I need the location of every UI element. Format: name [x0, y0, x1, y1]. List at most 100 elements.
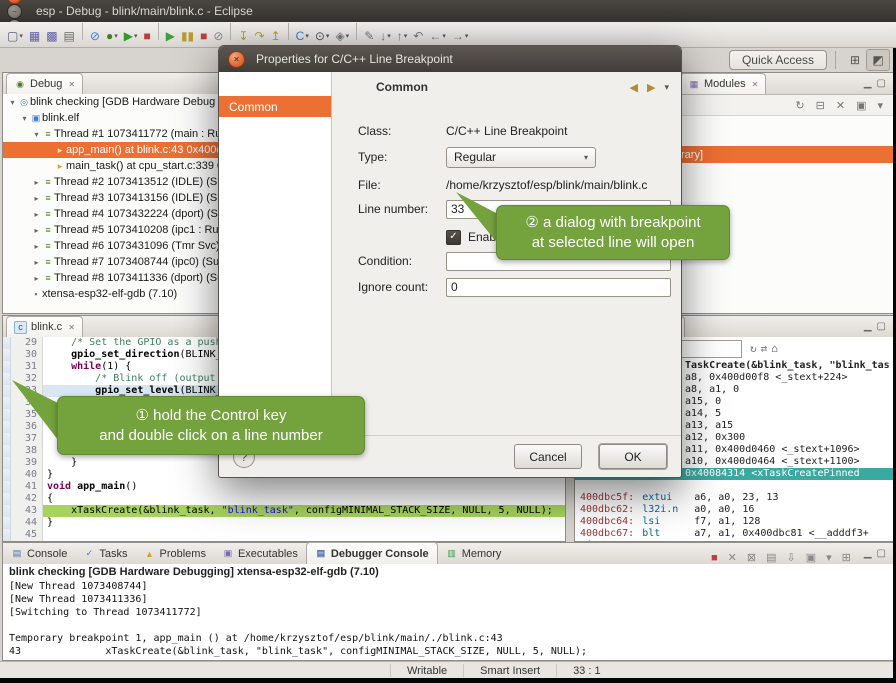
step-into-button[interactable]: ↧ [235, 26, 251, 46]
line-number[interactable]: 34 [11, 397, 43, 409]
disasm-sync-icon[interactable]: ⇄ [759, 342, 770, 355]
type-dropdown[interactable]: Regular ▾ [446, 147, 596, 168]
dialog-close-button[interactable]: ✕ [228, 51, 245, 68]
tab-debug[interactable]: ◉ Debug ✕ [6, 73, 83, 94]
line-number[interactable]: 40 [11, 469, 43, 481]
refresh-icon[interactable]: ↻ [793, 99, 806, 112]
quick-access-button[interactable]: Quick Access [729, 50, 827, 70]
close-tab-icon[interactable]: ✕ [752, 80, 759, 89]
tab-executables[interactable]: ▣Executables [214, 543, 306, 564]
step-return-button[interactable]: ↥ [268, 26, 284, 46]
remove-launch-icon[interactable]: ✕ [726, 551, 739, 564]
pin-icon[interactable]: ▣ [854, 99, 868, 112]
forward-button[interactable]: →▾ [449, 26, 472, 46]
suspend-button[interactable]: ▮▮ [178, 26, 197, 46]
code-line[interactable]: 45 [3, 529, 565, 541]
maximize-view-button[interactable]: ▢ [877, 78, 886, 89]
clear-console-icon[interactable]: ▤ [764, 551, 778, 564]
expander-icon[interactable]: ▸ [31, 194, 42, 203]
line-number[interactable]: 29 [11, 337, 43, 349]
new-c-element-button[interactable]: C▾ [293, 26, 312, 46]
minimize-view-button[interactable]: ▁ [864, 321, 872, 332]
disassembly-line[interactable]: 400dbc64:lsif7, a1, 128 [575, 516, 893, 528]
maximize-view-button[interactable]: ▢ [877, 548, 886, 559]
line-number[interactable]: 32 [11, 373, 43, 385]
enabled-checkbox[interactable]: ✓ [446, 230, 461, 245]
save-all-button[interactable]: ▩ [43, 26, 60, 46]
tab-blink-c[interactable]: c blink.c ✕ [6, 316, 83, 337]
expander-icon[interactable]: ▸ [31, 226, 42, 235]
expander-icon[interactable]: ▸ [31, 210, 42, 219]
expander-icon[interactable]: ▸ [31, 274, 42, 283]
pin-console-icon[interactable]: ▣ [804, 551, 818, 564]
tab-console[interactable]: ▤Console [3, 543, 75, 564]
scroll-lock-icon[interactable]: ⇩ [784, 551, 797, 564]
open-element-button[interactable]: ✎ [361, 26, 377, 46]
back-button[interactable]: ←▾ [426, 26, 449, 46]
print-button[interactable]: ▤ [61, 26, 78, 46]
line-number[interactable]: 43 [11, 505, 43, 517]
line-number[interactable]: 36 [11, 421, 43, 433]
disasm-home-icon[interactable]: ⌂ [769, 342, 780, 355]
cancel-button[interactable]: Cancel [514, 444, 582, 469]
close-tab-icon[interactable]: ✕ [68, 80, 75, 89]
line-number[interactable]: 35 [11, 409, 43, 421]
open-perspective-button[interactable]: ⊞ [844, 50, 866, 70]
tab-modules[interactable]: ▦ Modules ✕ [680, 73, 766, 94]
window-close-button[interactable]: ✕ [7, 0, 22, 4]
skip-all-breakpoints-button[interactable]: ⊘ [87, 26, 103, 46]
line-number[interactable]: 42 [11, 493, 43, 505]
debug-button[interactable]: ●▾ [103, 26, 121, 46]
close-tab-icon[interactable]: ✕ [68, 323, 75, 332]
save-button[interactable]: ▦ [26, 26, 43, 46]
line-number[interactable]: 41 [11, 481, 43, 493]
code-line[interactable]: 41void app_main() [3, 481, 565, 493]
expander-icon[interactable]: ▾ [31, 130, 42, 139]
code-line[interactable]: 44} [3, 517, 565, 529]
maximize-view-button[interactable]: ▢ [877, 321, 886, 332]
disasm-refresh-icon[interactable]: ↻ [748, 342, 759, 355]
nav-item-common[interactable]: Common [219, 96, 331, 117]
new-wizard-button[interactable]: ▢▾ [4, 26, 26, 46]
code-line[interactable]: 42{ [3, 493, 565, 505]
disconnect-button[interactable]: ⊘ [210, 26, 226, 46]
expander-icon[interactable]: ▸ [31, 242, 42, 251]
line-number[interactable]: 44 [11, 517, 43, 529]
tab-debugger-console[interactable]: ▤Debugger Console [306, 542, 438, 564]
stop-button[interactable]: ■ [140, 26, 153, 46]
tab-memory[interactable]: ▥Memory [438, 543, 510, 564]
tab-tasks[interactable]: ✓Tasks [75, 543, 135, 564]
last-edit-location-button[interactable]: ↶ [410, 26, 426, 46]
ok-button[interactable]: OK [599, 444, 667, 469]
disassembly-line[interactable] [575, 480, 893, 492]
tab-problems[interactable]: ▲Problems [135, 543, 213, 564]
code-line[interactable]: 43 xTaskCreate(&blink_task, "blink_task"… [3, 505, 565, 517]
view-menu-icon[interactable]: ▾ [875, 99, 885, 112]
window-minimize-button[interactable]: – [7, 4, 22, 19]
collapse-all-icon[interactable]: ⊟ [814, 99, 827, 112]
back-icon[interactable]: ◀ [630, 81, 638, 94]
disassembly-line[interactable]: 400dbc62:l32i.na0, a0, 16 [575, 504, 893, 516]
forward-icon[interactable]: ▶ [647, 81, 655, 94]
remove-icon[interactable]: ✕ [834, 99, 847, 112]
line-number[interactable]: 33 [11, 385, 43, 397]
disassembly-line[interactable]: bnone [575, 540, 893, 541]
terminate-button[interactable]: ■ [197, 26, 210, 46]
run-button[interactable]: ▶▾ [121, 26, 141, 46]
expander-icon[interactable]: ▸ [31, 178, 42, 187]
minimize-view-button[interactable]: ▁ [864, 78, 872, 89]
line-number[interactable]: 45 [11, 529, 43, 541]
disassembly-line[interactable]: 400dbc67:blta7, a1, 0x400dbc81 <__adddf3… [575, 528, 893, 540]
open-console-icon[interactable]: ⊞ [840, 551, 853, 564]
expander-icon[interactable]: ▾ [19, 114, 30, 123]
terminate-console-icon[interactable]: ■ [709, 552, 720, 564]
line-number[interactable]: 30 [11, 349, 43, 361]
display-selected-console-icon[interactable]: ▾ [824, 551, 834, 564]
view-menu-icon[interactable]: ▾ [664, 82, 669, 93]
ignore-count-input[interactable] [446, 278, 671, 297]
line-number[interactable]: 37 [11, 433, 43, 445]
step-over-button[interactable]: ↷ [252, 26, 268, 46]
disassembly-line[interactable]: 400dbc5f:extuia6, a0, 23, 13 [575, 492, 893, 504]
module-item-selected[interactable]: rary] [677, 146, 893, 163]
expander-icon[interactable]: ▸ [31, 258, 42, 267]
